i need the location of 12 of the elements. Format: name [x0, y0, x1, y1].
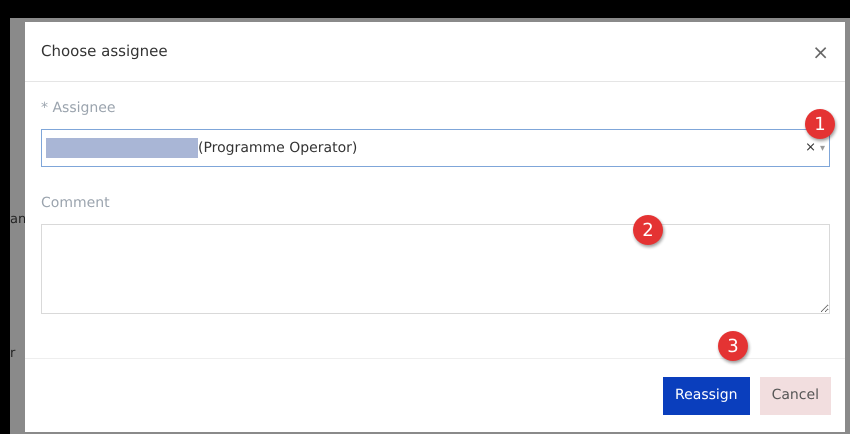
reassign-button[interactable]: Reassign	[663, 376, 750, 414]
background-text: r	[10, 345, 16, 363]
comment-field[interactable]	[41, 224, 830, 314]
assignee-select[interactable]: (Programme Operator) × ▾	[41, 129, 830, 167]
field-label: * Assignee	[41, 99, 116, 118]
background-text: an	[10, 211, 26, 229]
cancel-button[interactable]: Cancel	[760, 376, 831, 414]
dialog-title: Choose assignee	[41, 41, 168, 62]
close-button[interactable]: ×	[812, 42, 829, 62]
field-label: Comment	[41, 194, 110, 213]
clear-icon[interactable]: ×	[805, 138, 816, 158]
select-value: (Programme Operator)	[198, 138, 358, 158]
